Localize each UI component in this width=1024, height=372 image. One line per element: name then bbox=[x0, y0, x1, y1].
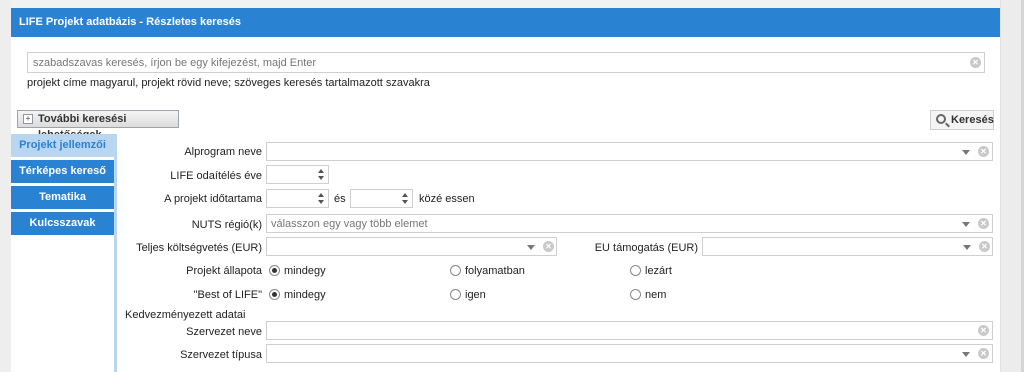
tab-divider bbox=[114, 134, 117, 372]
org-name-label: Szervezet neve bbox=[186, 326, 262, 338]
duration-and-text: és bbox=[334, 193, 346, 205]
eu-support-label: EU támogatás (EUR) bbox=[594, 242, 698, 254]
search-button[interactable]: Keresés bbox=[930, 110, 994, 130]
clear-icon[interactable]: ✕ bbox=[543, 241, 554, 252]
tab-themes[interactable]: Tematika bbox=[11, 186, 114, 209]
tab-keywords[interactable]: Kulcsszavak bbox=[11, 212, 114, 235]
org-name-input[interactable]: ✕ bbox=[266, 321, 993, 340]
stepper-up-icon[interactable] bbox=[318, 193, 324, 197]
clear-search-icon[interactable]: ✕ bbox=[970, 57, 981, 68]
status-radio-any[interactable] bbox=[269, 265, 280, 276]
status-label: Projekt állapota bbox=[186, 265, 262, 277]
duration-label: A projekt időtartama bbox=[164, 193, 262, 205]
clear-icon[interactable]: ✕ bbox=[979, 241, 990, 252]
search-icon bbox=[936, 114, 946, 124]
clear-icon[interactable]: ✕ bbox=[978, 218, 989, 229]
chevron-down-icon[interactable] bbox=[962, 222, 970, 227]
best-of-life-label: "Best of LIFE" bbox=[193, 289, 262, 301]
clear-icon[interactable]: ✕ bbox=[978, 325, 989, 336]
best-radio-no[interactable] bbox=[630, 289, 641, 300]
nuts-placeholder: válasszon egy vagy több elemet bbox=[271, 218, 428, 230]
clear-icon[interactable]: ✕ bbox=[978, 348, 989, 359]
status-option-closed: lezárt bbox=[645, 265, 672, 277]
tab-project-attributes[interactable]: Projekt jellemzői bbox=[11, 134, 114, 157]
best-radio-any[interactable] bbox=[269, 289, 280, 300]
stepper-down-icon[interactable] bbox=[318, 200, 324, 204]
stepper-down-icon[interactable] bbox=[402, 200, 408, 204]
search-panel: LIFE Projekt adatbázis - Részletes keres… bbox=[11, 0, 1000, 372]
expand-icon: + bbox=[23, 114, 33, 124]
award-year-label: LIFE odaítélés éve bbox=[170, 170, 262, 182]
best-option-yes: igen bbox=[465, 289, 486, 301]
search-hint: projekt címe magyarul, projekt rövid nev… bbox=[27, 77, 430, 89]
search-button-label: Keresés bbox=[951, 114, 994, 126]
stepper-down-icon[interactable] bbox=[318, 176, 324, 180]
nuts-label: NUTS régió(k) bbox=[191, 219, 262, 231]
chevron-down-icon[interactable] bbox=[962, 150, 970, 155]
duration-max-stepper[interactable] bbox=[350, 189, 413, 208]
beneficiary-heading: Kedvezményezett adatai bbox=[125, 309, 246, 321]
subprogram-select[interactable]: ✕ bbox=[266, 142, 993, 161]
duration-between-text: közé essen bbox=[419, 193, 475, 205]
status-radio-ongoing[interactable] bbox=[450, 265, 461, 276]
duration-min-stepper[interactable] bbox=[266, 189, 329, 208]
tab-map-search[interactable]: Térképes kereső bbox=[11, 160, 114, 183]
subprogram-label: Alprogram neve bbox=[184, 146, 262, 158]
total-budget-select[interactable]: ✕ bbox=[266, 237, 557, 256]
stepper-up-icon[interactable] bbox=[318, 169, 324, 173]
top-strip bbox=[11, 0, 1000, 8]
best-option-no: nem bbox=[645, 289, 667, 301]
free-text-search: ✕ bbox=[27, 52, 985, 73]
chevron-down-icon[interactable] bbox=[962, 352, 970, 357]
panel-title: LIFE Projekt adatbázis - Részletes keres… bbox=[11, 8, 1000, 37]
status-option-ongoing: folyamatban bbox=[465, 265, 525, 277]
right-margin bbox=[1000, 0, 1024, 372]
best-radio-yes[interactable] bbox=[450, 289, 461, 300]
status-radio-closed[interactable] bbox=[630, 265, 641, 276]
chevron-down-icon[interactable] bbox=[527, 245, 535, 250]
total-budget-label: Teljes költségvetés (EUR) bbox=[136, 242, 262, 254]
org-type-label: Szervezet típusa bbox=[180, 349, 262, 361]
stepper-up-icon[interactable] bbox=[402, 193, 408, 197]
search-input[interactable] bbox=[28, 53, 958, 72]
clear-icon[interactable]: ✕ bbox=[978, 146, 989, 157]
status-option-any: mindegy bbox=[284, 265, 326, 277]
chevron-down-icon[interactable] bbox=[963, 245, 971, 250]
org-type-select[interactable]: ✕ bbox=[266, 344, 993, 363]
tab-list: Projekt jellemzői Térképes kereső Temati… bbox=[11, 134, 117, 372]
award-year-stepper[interactable] bbox=[266, 165, 329, 184]
more-options-button[interactable]: + További keresési lehetőségek bbox=[17, 110, 179, 141]
nuts-select[interactable]: válasszon egy vagy több elemet ✕ bbox=[266, 214, 993, 233]
best-option-any: mindegy bbox=[284, 289, 326, 301]
eu-support-select[interactable]: ✕ bbox=[702, 237, 993, 256]
left-margin bbox=[0, 0, 11, 372]
